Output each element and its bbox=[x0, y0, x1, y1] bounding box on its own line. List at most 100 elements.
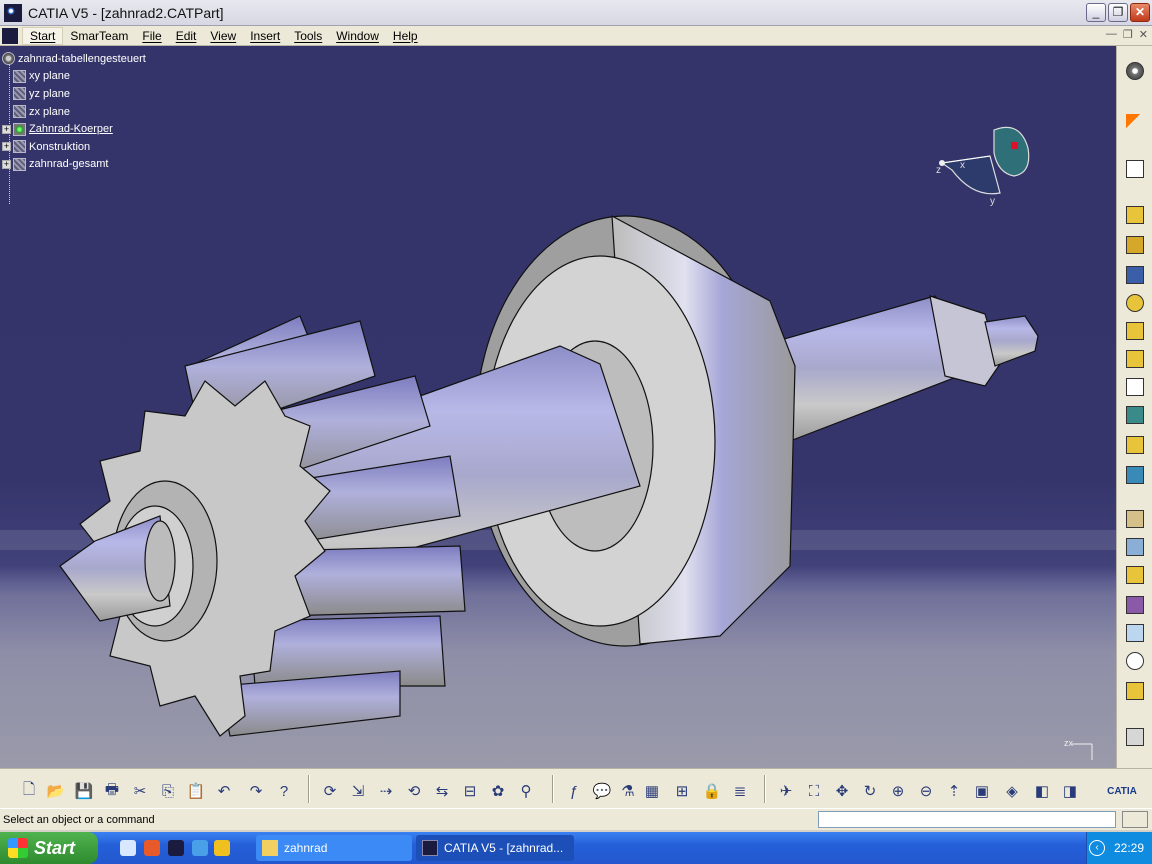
menu-tools[interactable]: Tools bbox=[287, 29, 329, 43]
stiffener-icon[interactable] bbox=[1124, 404, 1146, 426]
pad-icon[interactable] bbox=[1124, 204, 1146, 226]
tree-item-label[interactable]: zx plane bbox=[29, 106, 70, 118]
tree-item-label[interactable]: Konstruktion bbox=[29, 141, 90, 153]
comment-icon[interactable]: 💬 bbox=[590, 779, 614, 803]
boolean-icon[interactable] bbox=[1124, 680, 1146, 702]
new-file-icon[interactable]: 🗋 bbox=[17, 779, 41, 803]
restore-button[interactable]: ❐ bbox=[1108, 3, 1128, 22]
redo-icon[interactable]: ↷ bbox=[244, 779, 268, 803]
paste-icon[interactable]: 📋 bbox=[184, 779, 208, 803]
menu-file[interactable]: File bbox=[135, 29, 168, 43]
catia-app-icon[interactable] bbox=[4, 3, 22, 22]
command-button[interactable] bbox=[1122, 811, 1148, 828]
tray-expand-icon[interactable]: ‹ bbox=[1089, 840, 1105, 856]
expand-icon[interactable]: + bbox=[2, 159, 11, 169]
rib-icon[interactable] bbox=[1124, 348, 1146, 370]
minimize-button[interactable]: _ bbox=[1086, 3, 1106, 22]
remove-loft-icon[interactable] bbox=[1124, 464, 1146, 486]
slot-icon[interactable] bbox=[1124, 376, 1146, 398]
symmetry-icon[interactable]: ⇆ bbox=[430, 779, 454, 803]
insert-body-icon[interactable] bbox=[1124, 726, 1146, 748]
tree-item-konstruktion[interactable]: + Konstruktion bbox=[2, 138, 146, 156]
swap-space-icon[interactable]: ◨ bbox=[1058, 779, 1082, 803]
doc-minimize-icon[interactable]: — bbox=[1106, 28, 1117, 41]
tree-item-label[interactable]: xy plane bbox=[29, 70, 70, 82]
rotate-icon[interactable]: ⟲ bbox=[402, 779, 426, 803]
save-icon[interactable]: 💾 bbox=[72, 779, 96, 803]
expand-icon[interactable]: + bbox=[2, 124, 11, 134]
zoom-in-icon[interactable]: ⊕ bbox=[886, 779, 910, 803]
menu-view[interactable]: View bbox=[203, 29, 243, 43]
menu-edit[interactable]: Edit bbox=[169, 29, 204, 43]
compass-handle[interactable] bbox=[1011, 142, 1018, 149]
quicklaunch-ie-icon[interactable] bbox=[192, 840, 208, 856]
menu-smarteam[interactable]: SmarTeam bbox=[63, 29, 135, 43]
rotate-view-icon[interactable]: ↻ bbox=[858, 779, 882, 803]
law-icon[interactable]: ≣ bbox=[728, 779, 752, 803]
transform-icon[interactable]: ⇲ bbox=[346, 779, 370, 803]
doc-restore-icon[interactable]: ❐ bbox=[1123, 28, 1133, 41]
normal-view-icon[interactable]: ⇡ bbox=[942, 779, 966, 803]
loft-icon[interactable] bbox=[1124, 434, 1146, 456]
settings-icon[interactable] bbox=[1124, 60, 1146, 82]
menu-insert[interactable]: Insert bbox=[243, 29, 287, 43]
document-icon[interactable] bbox=[2, 27, 18, 44]
menu-help[interactable]: Help bbox=[386, 29, 425, 43]
pocket-icon[interactable] bbox=[1124, 234, 1146, 256]
print-icon[interactable]: 🖶 bbox=[100, 779, 124, 803]
tree-item-yz-plane[interactable]: yz plane bbox=[2, 85, 146, 103]
start-button[interactable]: Start bbox=[0, 832, 98, 864]
open-folder-icon[interactable]: 📂 bbox=[44, 779, 68, 803]
copy-icon[interactable]: ⎘ bbox=[156, 779, 180, 803]
crosshair-icon[interactable] bbox=[1124, 650, 1146, 672]
quicklaunch-clock-icon[interactable] bbox=[214, 840, 230, 856]
pattern-icon[interactable] bbox=[1124, 622, 1146, 644]
fillet-icon[interactable] bbox=[1124, 508, 1146, 530]
expand-icon[interactable]: + bbox=[2, 142, 11, 152]
tree-item-zahnrad-koerper[interactable]: + Zahnrad-Koerper bbox=[2, 120, 146, 138]
scaling-icon[interactable]: ⚲ bbox=[514, 779, 538, 803]
lock-icon[interactable]: 🔒 bbox=[700, 779, 724, 803]
pan-icon[interactable]: ✥ bbox=[830, 779, 854, 803]
task-catia[interactable]: CATIA V5 - [zahnrad... bbox=[416, 835, 574, 861]
groove-icon[interactable] bbox=[1124, 292, 1146, 314]
tree-item-label[interactable]: Zahnrad-Koerper bbox=[29, 123, 113, 135]
knowledge-icon[interactable]: ⚗ bbox=[616, 779, 640, 803]
doc-close-icon[interactable]: ✕ bbox=[1139, 28, 1148, 41]
sketch-icon[interactable] bbox=[1124, 158, 1146, 180]
tree-item-label[interactable]: yz plane bbox=[29, 88, 70, 100]
quicklaunch-catia-icon[interactable] bbox=[168, 840, 184, 856]
close-button[interactable]: ✕ bbox=[1130, 3, 1150, 22]
undo-icon[interactable]: ↶ bbox=[212, 779, 236, 803]
render-style-icon[interactable]: ◈ bbox=[1000, 779, 1024, 803]
draft-icon[interactable] bbox=[1124, 564, 1146, 586]
formula-icon[interactable]: ƒ bbox=[562, 779, 586, 803]
catalog-icon[interactable]: ⊞ bbox=[670, 779, 694, 803]
tree-item-zahnrad-gesamt[interactable]: + zahnrad-gesamt bbox=[2, 156, 146, 174]
mirror-icon[interactable]: ⊟ bbox=[458, 779, 482, 803]
zoom-out-icon[interactable]: ⊖ bbox=[914, 779, 938, 803]
tree-item-zx-plane[interactable]: zx plane bbox=[2, 103, 146, 121]
fly-mode-icon[interactable]: ✈ bbox=[774, 779, 798, 803]
circular-pattern-icon[interactable]: ✿ bbox=[486, 779, 510, 803]
chamfer-icon[interactable] bbox=[1124, 536, 1146, 558]
translate-icon[interactable]: ⇢ bbox=[374, 779, 398, 803]
views-icon[interactable]: ▣ bbox=[970, 779, 994, 803]
whats-this-icon[interactable]: ? bbox=[272, 779, 296, 803]
task-zahnrad[interactable]: zahnrad bbox=[256, 835, 412, 861]
quicklaunch-explorer-icon[interactable] bbox=[120, 840, 136, 856]
3d-viewport[interactable]: zahnrad-tabellengesteuert xy plane yz pl… bbox=[0, 46, 1116, 768]
hide-show-icon[interactable]: ◧ bbox=[1030, 779, 1054, 803]
tree-item-xy-plane[interactable]: xy plane bbox=[2, 68, 146, 86]
quicklaunch-firefox-icon[interactable] bbox=[144, 840, 160, 856]
shaft-icon[interactable] bbox=[1124, 264, 1146, 286]
update-icon[interactable]: ⟳ bbox=[318, 779, 342, 803]
command-input[interactable] bbox=[818, 811, 1116, 828]
design-table-icon[interactable]: ▦ bbox=[640, 779, 664, 803]
select-arrow-icon[interactable] bbox=[1124, 112, 1146, 134]
compass[interactable]: z x y bbox=[928, 118, 1038, 218]
hole-icon[interactable] bbox=[1124, 320, 1146, 342]
menu-start[interactable]: Start bbox=[22, 26, 64, 45]
cut-icon[interactable]: ✂ bbox=[128, 779, 152, 803]
fit-all-icon[interactable]: ⛶ bbox=[802, 779, 826, 803]
